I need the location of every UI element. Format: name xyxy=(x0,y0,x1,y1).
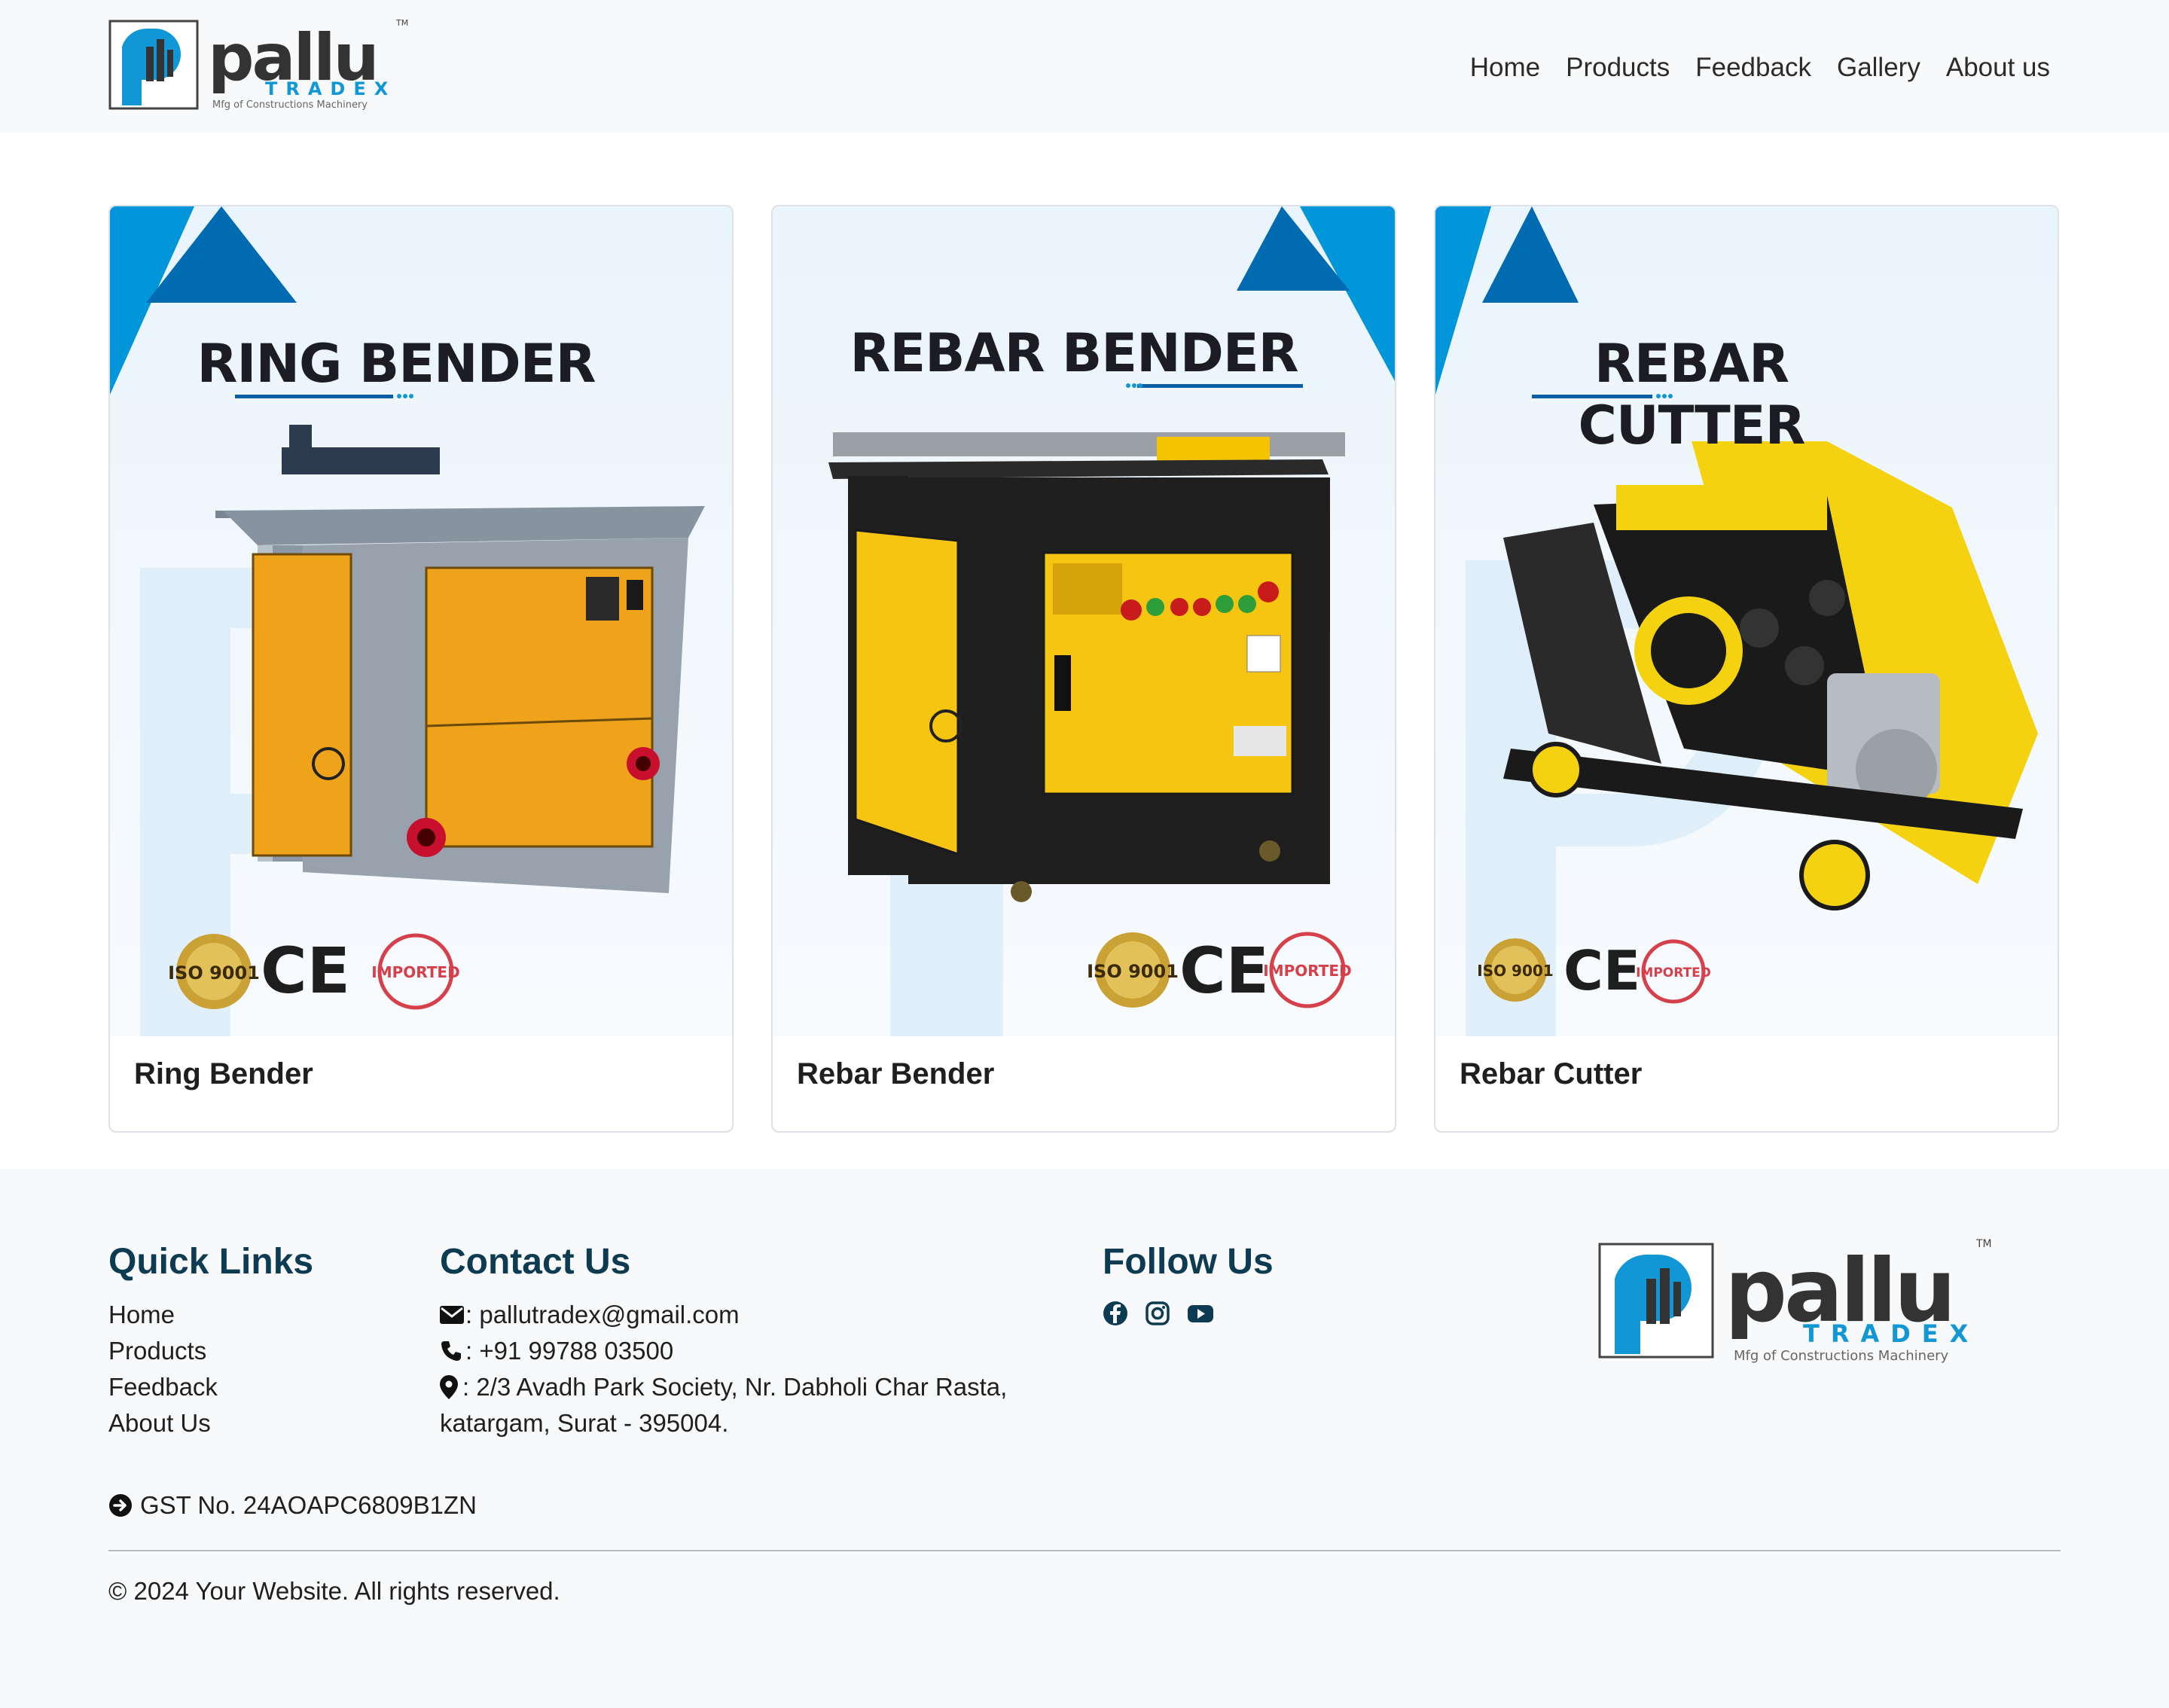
envelope-icon xyxy=(440,1297,465,1333)
follow-heading: Follow Us xyxy=(1103,1242,1274,1282)
product-image-rebar-bender: ISO 9001 CE IMPORTED REBAR BENDER xyxy=(773,206,1395,1036)
map-pin-icon xyxy=(440,1369,462,1405)
svg-text:CE: CE xyxy=(1179,934,1269,1008)
footer-link-products[interactable]: Products xyxy=(108,1333,218,1369)
svg-text:CE: CE xyxy=(1563,939,1640,1002)
copyright: © 2024 Your Website. All rights reserved… xyxy=(108,1577,560,1605)
gst-text: GST No. 24AOAPC6809B1ZN xyxy=(140,1491,477,1519)
contact-phone: : +91 99788 03500 xyxy=(440,1333,1007,1369)
footer-link-feedback[interactable]: Feedback xyxy=(108,1369,218,1405)
product-image-ring-bender: ISO 9001 CE IMPORTED RING BENDER xyxy=(110,206,732,1036)
phone-icon xyxy=(440,1333,465,1369)
svg-text:Mfg of Constructions Machinery: Mfg of Constructions Machinery xyxy=(1734,1348,1949,1364)
contact-address: : 2/3 Avadh Park Society, Nr. Dabholi Ch… xyxy=(440,1369,1007,1405)
quick-links-heading: Quick Links xyxy=(108,1242,314,1282)
instagram-icon[interactable] xyxy=(1145,1301,1170,1326)
nav-products[interactable]: Products xyxy=(1566,47,1670,89)
facebook-icon[interactable] xyxy=(1103,1301,1128,1326)
nav-home[interactable]: Home xyxy=(1470,47,1540,89)
svg-text:TM: TM xyxy=(1975,1238,1992,1250)
product-card-rebar-bender[interactable]: ISO 9001 CE IMPORTED REBAR BENDER Rebar … xyxy=(771,205,1396,1133)
quick-links-list: Home Products Feedback About Us xyxy=(108,1297,218,1441)
footer-link-home[interactable]: Home xyxy=(108,1297,218,1333)
footer: Quick Links Home Products Feedback About… xyxy=(0,1169,2169,1708)
footer-brand-logo[interactable]: pallu TRADEX Mfg of Constructions Machin… xyxy=(1597,1237,2003,1365)
svg-text:ISO 9001: ISO 9001 xyxy=(1477,962,1553,980)
navbar: pallu TRADEX Mfg of Constructions Machin… xyxy=(0,0,2169,133)
product-card-rebar-cutter[interactable]: ISO 9001 CE IMPORTED REBAR CUTTER Rebar … xyxy=(1434,205,2059,1133)
svg-text:IMPORTED: IMPORTED xyxy=(1636,965,1711,981)
svg-text:ISO 9001: ISO 9001 xyxy=(168,962,260,984)
svg-text:CE: CE xyxy=(261,934,350,1008)
nav-about-us[interactable]: About us xyxy=(1946,47,2050,89)
poster-title: REBAR CUTTER xyxy=(1578,333,1805,456)
arrow-circle-right-icon xyxy=(108,1493,133,1517)
svg-text:IMPORTED: IMPORTED xyxy=(1263,962,1351,980)
main-nav: Home Products Feedback Gallery About us xyxy=(1470,47,2050,89)
brand-logo[interactable]: pallu TRADEX Mfg of Constructions Machin… xyxy=(108,17,410,114)
svg-text:TM: TM xyxy=(395,18,408,28)
svg-text:TRADEX: TRADEX xyxy=(1803,1319,1979,1348)
product-image-rebar-cutter: ISO 9001 CE IMPORTED REBAR CUTTER xyxy=(1435,206,2058,1036)
svg-text:ISO 9001: ISO 9001 xyxy=(1087,961,1179,982)
youtube-icon[interactable] xyxy=(1187,1301,1213,1326)
social-links xyxy=(1103,1301,1213,1326)
footer-link-about-us[interactable]: About Us xyxy=(108,1405,218,1441)
contact-address-line2: katargam, Surat - 395004. xyxy=(440,1409,729,1437)
svg-text:TRADEX: TRADEX xyxy=(265,78,396,99)
footer-divider xyxy=(108,1550,2061,1551)
svg-text:IMPORTED: IMPORTED xyxy=(371,963,459,981)
nav-feedback[interactable]: Feedback xyxy=(1695,47,1811,89)
poster-title: REBAR BENDER xyxy=(850,322,1298,384)
contact-block: : pallutradex@gmail.com : +91 99788 0350… xyxy=(440,1297,1007,1441)
product-title[interactable]: Rebar Cutter xyxy=(1460,1057,1642,1091)
contact-phone-text[interactable]: : +91 99788 03500 xyxy=(465,1333,673,1369)
nav-gallery[interactable]: Gallery xyxy=(1837,47,1920,89)
contact-address-line1: : 2/3 Avadh Park Society, Nr. Dabholi Ch… xyxy=(462,1373,1008,1401)
gst-number: GST No. 24AOAPC6809B1ZN xyxy=(108,1491,477,1520)
poster-title: RING BENDER xyxy=(197,333,596,395)
svg-text:Mfg of Constructions Machinery: Mfg of Constructions Machinery xyxy=(212,99,368,111)
product-title[interactable]: Rebar Bender xyxy=(797,1057,994,1091)
contact-email: : pallutradex@gmail.com xyxy=(440,1297,1007,1333)
contact-heading: Contact Us xyxy=(440,1242,631,1282)
contact-email-text[interactable]: : pallutradex@gmail.com xyxy=(465,1297,740,1333)
product-title[interactable]: Ring Bender xyxy=(134,1057,313,1091)
product-card-ring-bender[interactable]: ISO 9001 CE IMPORTED RING BENDER Ring Be… xyxy=(108,205,734,1133)
